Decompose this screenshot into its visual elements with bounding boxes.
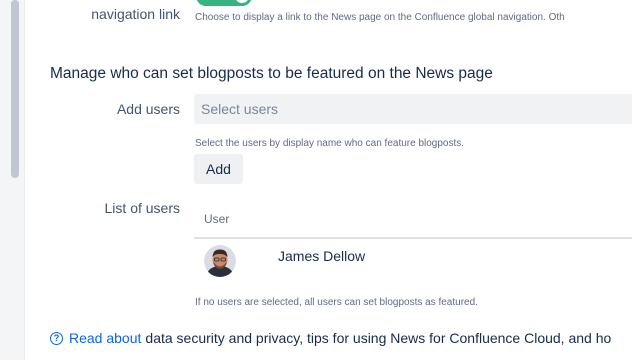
footer-text: data security and privacy, tips for usin… [145, 330, 612, 346]
add-user-button[interactable]: Add [194, 154, 243, 184]
toggle-knob [235, 0, 249, 3]
featured-section-heading: Manage who can set blogposts to be featu… [50, 65, 493, 82]
navigation-link-toggle[interactable] [196, 0, 252, 6]
select-users-placeholder: Select users [201, 101, 279, 117]
user-name: James Dellow [278, 248, 366, 264]
navigation-link-help: Choose to display a link to the News pag… [195, 12, 565, 23]
table-header-user: User [204, 212, 230, 226]
footer-info: ? Read about data security and privacy, … [50, 330, 611, 346]
avatar [204, 245, 236, 277]
news-settings-page: navigation link Choose to display a link… [0, 0, 632, 360]
table-header-divider [194, 237, 632, 239]
select-users-help: Select the users by display name who can… [195, 138, 465, 149]
user-avatar-image [204, 245, 236, 277]
no-users-footnote: If no users are selected, all users can … [195, 297, 478, 308]
select-users-input[interactable]: Select users [194, 94, 632, 124]
navigation-link-label: navigation link [91, 6, 180, 22]
add-users-label: Add users [116, 101, 180, 117]
read-about-link[interactable]: Read about [69, 330, 141, 346]
left-gutter [0, 0, 25, 360]
question-circle-icon: ? [50, 331, 63, 345]
list-of-users-label: List of users [104, 200, 180, 216]
scrollbar-thumb[interactable] [11, 0, 19, 178]
